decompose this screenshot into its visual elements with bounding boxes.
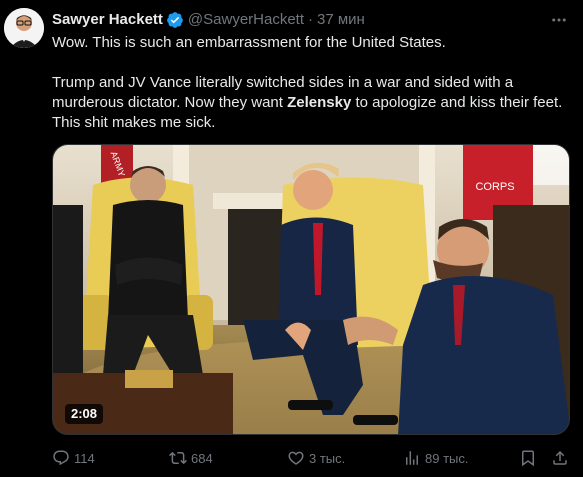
tweet-text-line-1: Wow. This is such an embarrassment for t… [52,34,446,51]
view-count: 89 тыс. [425,450,469,466]
reply-icon [53,450,69,466]
avatar[interactable] [4,8,44,48]
flag-text: CORPS [475,181,514,193]
tweet-text: Wow. This is such an embarrassment for t… [52,33,572,133]
share-button[interactable] [551,447,573,469]
bookmark-button[interactable] [519,447,541,469]
tweet-header: Sawyer Hackett @SawyerHackett · 37 мин [52,10,543,30]
reply-count: 114 [74,450,95,466]
bookmark-icon [522,450,534,467]
views-button[interactable]: 89 тыс. [403,447,468,469]
retweet-icon [169,451,187,465]
tweet: Sawyer Hackett @SawyerHackett · 37 мин W… [0,0,583,477]
tweet-text-paragraph-2: Trump and JV Vance literally switched si… [52,73,572,133]
more-horizontal-icon[interactable] [549,10,569,30]
repost-count: 684 [191,450,213,466]
like-button[interactable]: 3 тыс. [287,447,345,469]
views-icon [406,451,418,465]
timestamp[interactable]: 37 мин [317,10,365,30]
author-handle[interactable]: @SawyerHackett [188,10,304,30]
share-icon [553,450,567,465]
verified-badge-icon[interactable] [166,11,184,29]
heart-icon [288,451,304,465]
reply-button[interactable]: 114 [52,447,95,469]
repost-button[interactable]: 684 [169,447,213,469]
video-duration: 2:08 [65,404,104,424]
like-count: 3 тыс. [309,450,346,466]
author-name[interactable]: Sawyer Hackett [52,10,163,30]
action-bar: 114 684 3 тыс. 89 тыс. [52,447,572,469]
video-frame: CORPS ARMY [53,145,569,434]
tweet-text-bold-name: Zelensky [287,94,352,111]
separator-dot: · [308,11,314,28]
video-player[interactable]: CORPS ARMY 2:08 [52,144,570,435]
